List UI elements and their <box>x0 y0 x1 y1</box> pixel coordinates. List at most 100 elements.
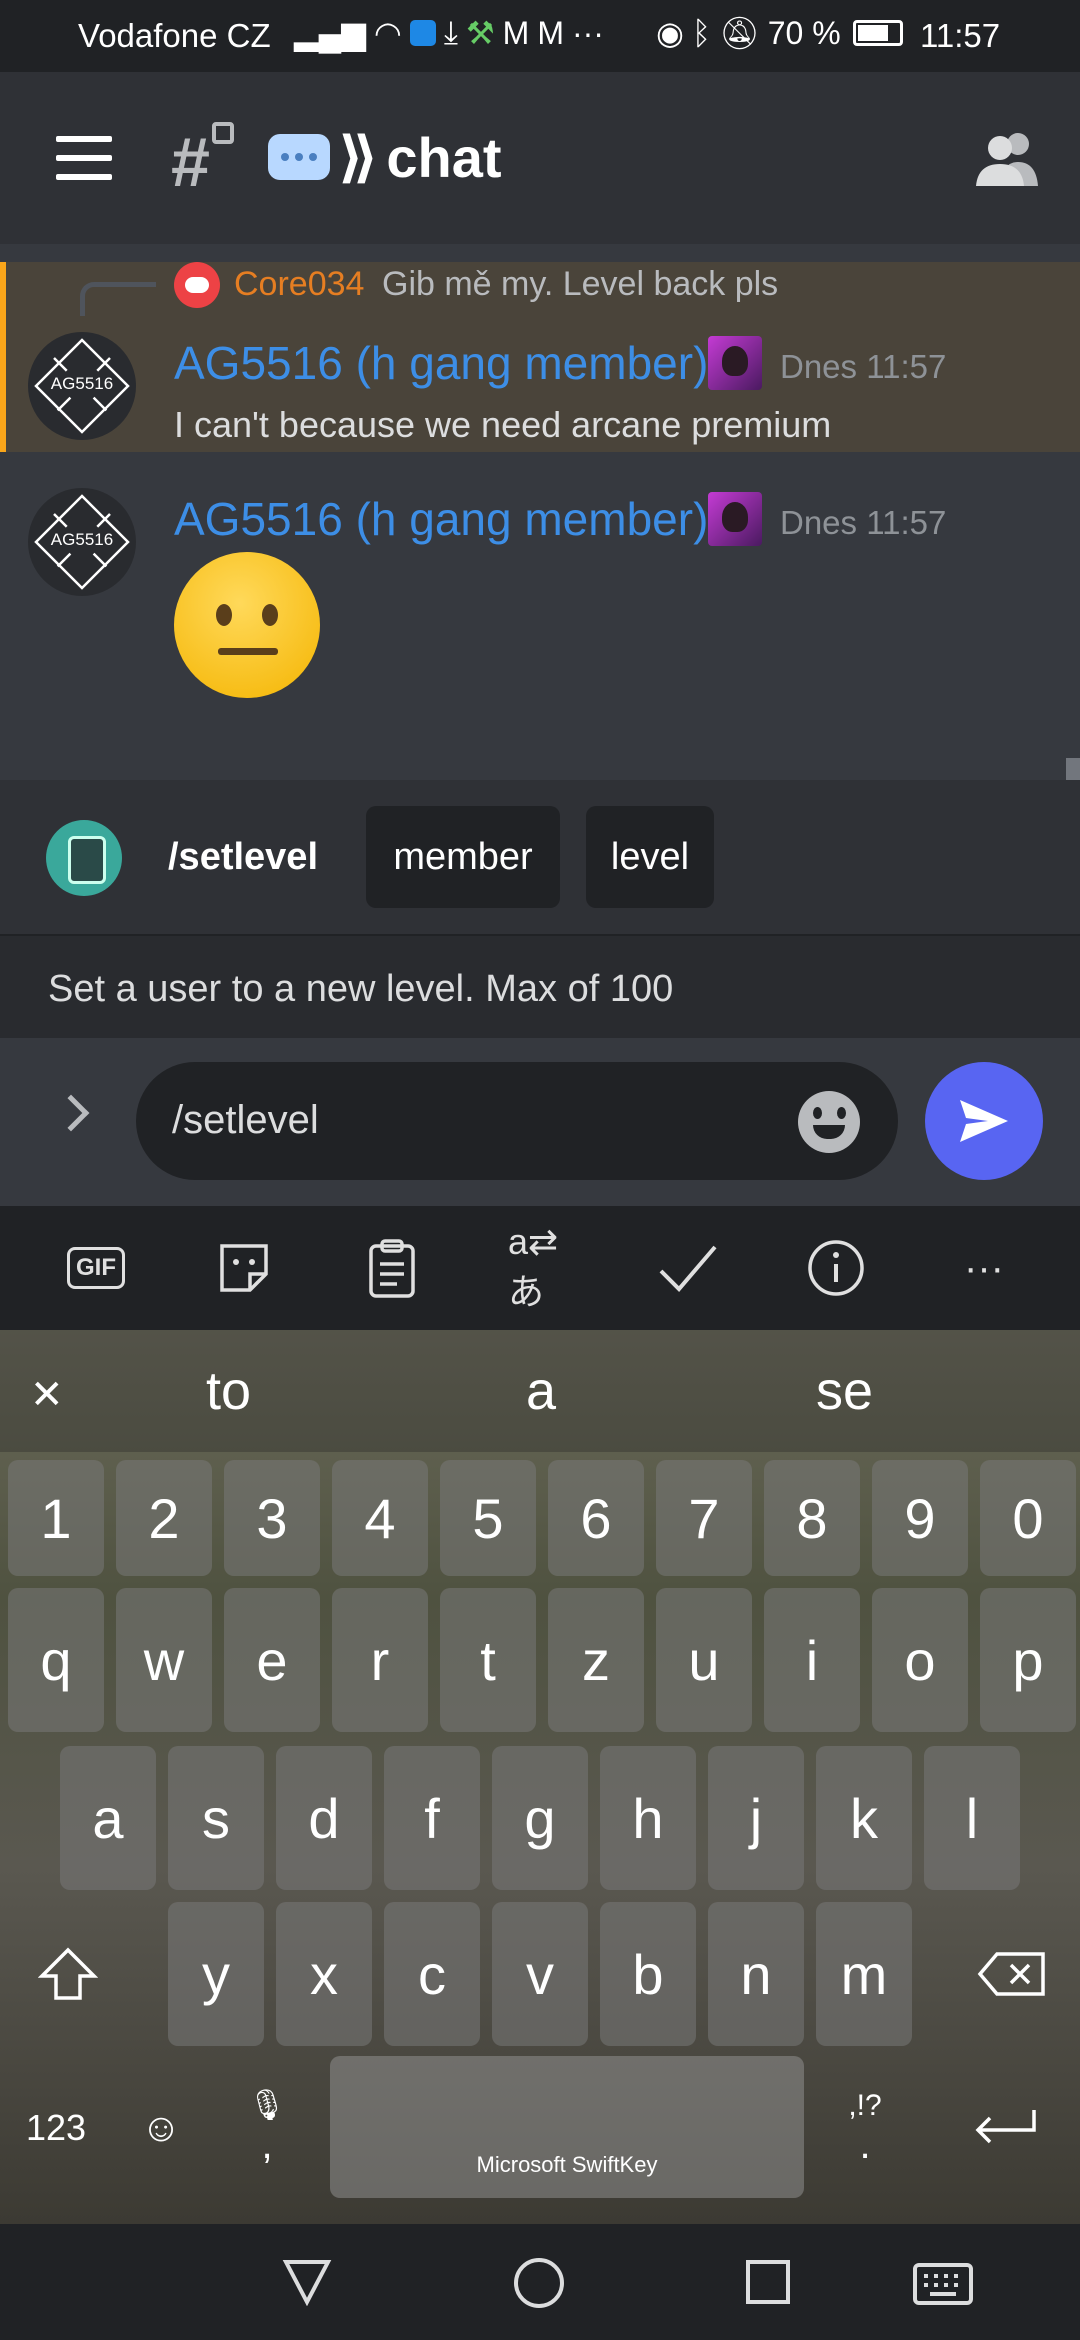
key-j[interactable]: j <box>708 1746 804 1890</box>
reply-connector <box>80 282 156 316</box>
option-member[interactable]: member <box>366 806 560 908</box>
key-m[interactable]: m <box>816 1902 912 2046</box>
key-t[interactable]: t <box>440 1588 536 1732</box>
avatar-text: AG5516 <box>50 530 114 549</box>
suggestion-2[interactable]: a <box>526 1360 556 1422</box>
key-k[interactable]: k <box>816 1746 912 1890</box>
key-0[interactable]: 0 <box>980 1460 1076 1576</box>
channel-name: chat <box>386 125 502 189</box>
signal-icon: ▂▄▆ <box>294 15 366 51</box>
checkmark-icon[interactable] <box>656 1238 720 1298</box>
menu-icon[interactable] <box>56 136 112 180</box>
channel-header-bg <box>0 72 1080 244</box>
suggestion-1[interactable]: to <box>206 1360 251 1422</box>
key-2[interactable]: 2 <box>116 1460 212 1576</box>
key-9[interactable]: 9 <box>872 1460 968 1576</box>
key-s[interactable]: s <box>168 1746 264 1890</box>
locked-channel-icon: # <box>170 123 209 201</box>
key-1[interactable]: 1 <box>8 1460 104 1576</box>
key-e[interactable]: e <box>224 1588 320 1732</box>
key-z[interactable]: z <box>548 1588 644 1732</box>
key-x[interactable]: x <box>276 1902 372 2046</box>
neutral-face-emoji[interactable] <box>174 552 320 698</box>
key-6[interactable]: 6 <box>548 1460 644 1576</box>
suggestion-3[interactable]: se <box>816 1360 873 1422</box>
shift-key[interactable] <box>20 1902 116 2046</box>
battery-percent: 70 % <box>767 14 841 51</box>
emoji-key[interactable]: ☺ <box>120 2058 202 2198</box>
key-b[interactable]: b <box>600 1902 696 2046</box>
members-icon[interactable] <box>972 128 1042 188</box>
navigation-bar <box>0 2224 1080 2340</box>
key-d[interactable]: d <box>276 1746 372 1890</box>
message-input[interactable]: /setlevel <box>136 1062 898 1180</box>
key-i[interactable]: i <box>764 1588 860 1732</box>
translate-icon[interactable]: a⇄あ <box>508 1221 572 1312</box>
key-o[interactable]: o <box>872 1588 968 1732</box>
punctuation-key[interactable]: ,!? . <box>824 2058 906 2198</box>
key-c[interactable]: c <box>384 1902 480 2046</box>
channel-title[interactable]: ⟫ chat <box>268 124 502 190</box>
bluetooth-icon: ᛒ <box>691 14 712 51</box>
message-author[interactable]: AG5516 (h gang member) <box>174 492 708 546</box>
key-y[interactable]: y <box>168 1902 264 2046</box>
key-g[interactable]: g <box>492 1746 588 1890</box>
message-text[interactable]: I can't because we need arcane premium <box>174 404 831 446</box>
battery-icon <box>852 20 903 46</box>
more-icon[interactable]: ··· <box>952 1238 1016 1298</box>
space-label: Microsoft SwiftKey <box>476 2152 658 2177</box>
key-w[interactable]: w <box>116 1588 212 1732</box>
shield-app-icon <box>409 20 436 46</box>
discord-icon <box>174 262 220 308</box>
message-author[interactable]: AG5516 (h gang member) <box>174 336 708 390</box>
gmail-icon: M <box>537 14 564 51</box>
keyboard-switch-icon[interactable] <box>912 2262 974 2306</box>
back-icon[interactable] <box>282 2258 332 2306</box>
scrollbar[interactable] <box>1066 758 1080 782</box>
enter-key[interactable] <box>950 2058 1060 2198</box>
avatar[interactable]: AG5516 <box>28 332 136 440</box>
avatar[interactable]: AG5516 <box>28 488 136 596</box>
pickaxe-icon: ⚒ <box>465 15 495 51</box>
reply-author[interactable]: Core034 <box>234 265 364 304</box>
key-8[interactable]: 8 <box>764 1460 860 1576</box>
key-h[interactable]: h <box>600 1746 696 1890</box>
key-a[interactable]: a <box>60 1746 156 1890</box>
info-icon[interactable] <box>804 1238 868 1298</box>
recents-icon[interactable] <box>744 2258 792 2306</box>
reply-text[interactable]: Gib mě my. Level back pls <box>382 265 778 304</box>
collapse-icon[interactable]: ✕ <box>30 1372 70 1417</box>
message-timestamp: Dnes 11:57 <box>780 348 947 385</box>
key-u[interactable]: u <box>656 1588 752 1732</box>
key-5[interactable]: 5 <box>440 1460 536 1576</box>
mute-bell-icon: 🔕︎ <box>719 15 760 51</box>
key-r[interactable]: r <box>332 1588 428 1732</box>
key-4[interactable]: 4 <box>332 1460 428 1576</box>
space-key[interactable]: Microsoft SwiftKey <box>330 2056 804 2198</box>
emoji-picker-icon[interactable] <box>798 1091 860 1153</box>
key-f[interactable]: f <box>384 1746 480 1890</box>
key-q[interactable]: q <box>8 1588 104 1732</box>
key-v[interactable]: v <box>492 1902 588 2046</box>
shift-icon <box>38 1947 98 2000</box>
key-n[interactable]: n <box>708 1902 804 2046</box>
backspace-key[interactable] <box>964 1902 1060 2046</box>
sticker-icon[interactable] <box>212 1238 276 1298</box>
gif-icon[interactable]: GIF <box>64 1238 128 1298</box>
key-3[interactable]: 3 <box>224 1460 320 1576</box>
mic-icon: 🎙︎ <box>247 2089 287 2122</box>
clipboard-icon[interactable] <box>360 1238 424 1298</box>
carrier-name: Vodafone CZ <box>78 17 271 54</box>
key-7[interactable]: 7 <box>656 1460 752 1576</box>
user-photo-icon <box>708 492 762 546</box>
key-l[interactable]: l <box>924 1746 1020 1890</box>
send-button[interactable] <box>925 1062 1043 1180</box>
numbers-key[interactable]: 123 <box>6 2058 106 2198</box>
avatar-text: AG5516 <box>50 374 114 393</box>
command-description-panel: Set a user to a new level. Max of 100 <box>0 934 1080 1038</box>
key-p[interactable]: p <box>980 1588 1076 1732</box>
mic-comma-key[interactable]: 🎙︎ , <box>226 2058 308 2198</box>
gmail-icon: M <box>502 14 530 51</box>
option-level[interactable]: level <box>586 806 714 908</box>
home-icon[interactable] <box>512 2256 566 2310</box>
